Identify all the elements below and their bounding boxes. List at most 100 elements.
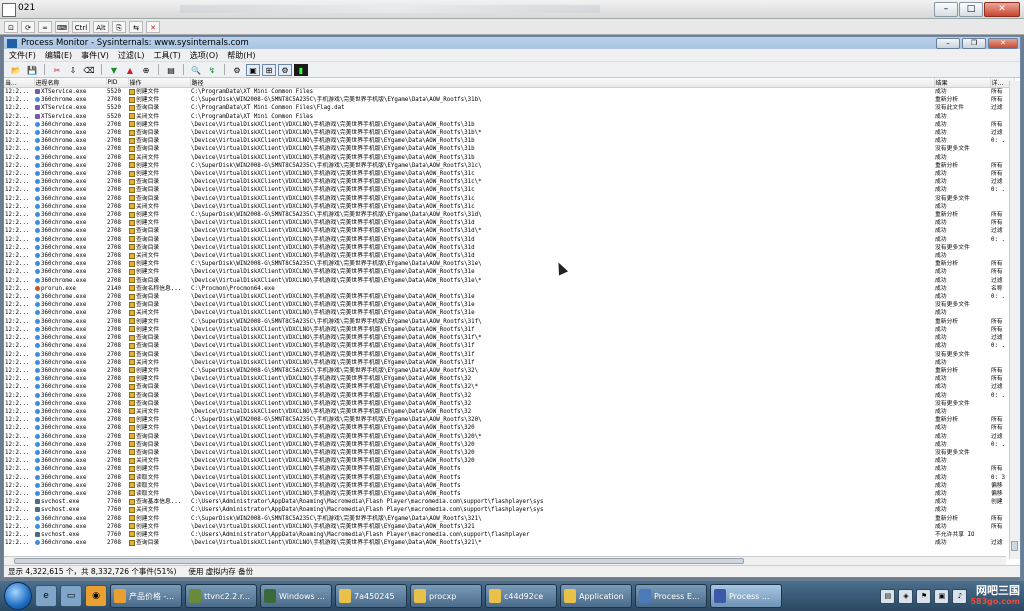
highlight-icon[interactable]: ▲	[123, 64, 137, 76]
table-row[interactable]: 12:2... 360chrome.exe 2708 创建文件 C:\SuperDisk…	[4, 416, 1014, 424]
tray-icon[interactable]: ♪	[952, 588, 968, 604]
pm-minimize-button[interactable]: –	[936, 38, 960, 49]
taskbar-button[interactable]: Application	[560, 584, 632, 608]
table-row[interactable]: 12:2... 360chrome.exe 2708 查询目录 \Device\Virt…	[4, 244, 1014, 252]
registry-activity-icon[interactable]: ⚙	[230, 64, 244, 76]
taskbar-button[interactable]: 7a450245	[335, 584, 407, 608]
pm-restore-button[interactable]: ❐	[962, 38, 986, 49]
table-row[interactable]: 12:2... 360chrome.exe 2708 创建文件 \Device\Virt…	[4, 465, 1014, 473]
tray-icon[interactable]: ⚑	[916, 588, 932, 604]
table-row[interactable]: 12:2... svchost.exe 7760 查询基本信息... C:\Users\…	[4, 498, 1014, 506]
menu-item[interactable]: 帮助(H)	[227, 50, 255, 61]
table-row[interactable]: 12:2... 360chrome.exe 2708 关闭文件 \Device\Virt…	[4, 457, 1014, 465]
disconnect-icon[interactable]: ✕	[146, 20, 160, 33]
table-row[interactable]: 12:2... 360chrome.exe 2708 查询目录 \Device\Virt…	[4, 186, 1014, 194]
taskbar-button[interactable]: ttvnc2.2.r...	[185, 584, 257, 608]
transfer-icon[interactable]: ⇆	[129, 20, 143, 33]
table-row[interactable]: 12:2... 360chrome.exe 2708 关闭文件 \Device\Virt…	[4, 203, 1014, 211]
table-row[interactable]: 12:2... 360chrome.exe 2708 查询目录 \Device\Virt…	[4, 441, 1014, 449]
table-row[interactable]: 12:2... 360chrome.exe 2708 创建文件 \Device\Virt…	[4, 326, 1014, 334]
taskbar-button[interactable]: c44d92ce	[485, 584, 557, 608]
table-row[interactable]: 12:2... 360chrome.exe 2708 创建文件 \Device\Virt…	[4, 121, 1014, 129]
clipboard-icon[interactable]: ⎘	[112, 20, 126, 33]
desktop-quicklaunch-icon[interactable]: ▭	[60, 585, 82, 607]
table-row[interactable]: 12:2... 360chrome.exe 2708 关闭文件 \Device\Virt…	[4, 154, 1014, 162]
table-row[interactable]: 12:2... 360chrome.exe 2708 查询目录 \Device\Virt…	[4, 277, 1014, 285]
save-icon[interactable]: 💾	[25, 64, 39, 76]
table-row[interactable]: 12:2... 360chrome.exe 2708 查询目录 \Device\Virt…	[4, 334, 1014, 342]
table-row[interactable]: 12:2... 360chrome.exe 2708 创建文件 \Device\Virt…	[4, 523, 1014, 531]
maximize-button[interactable]: □	[959, 2, 983, 17]
capture-icon[interactable]: ✂	[50, 64, 64, 76]
refresh-icon[interactable]: ⟳	[21, 20, 35, 33]
close-button[interactable]: ✕	[984, 2, 1020, 17]
table-row[interactable]: 12:2... 360chrome.exe 2708 创建文件 \Device\Virt…	[4, 268, 1014, 276]
table-row[interactable]: 12:2... XTService.exe 5520 查询目录 C:\ProgramDa…	[4, 104, 1014, 112]
process-tree-icon[interactable]: ▤	[164, 64, 178, 76]
table-row[interactable]: 12:2... 360chrome.exe 2708 关闭文件 \Device\Virt…	[4, 359, 1014, 367]
table-row[interactable]: 12:2... XTService.exe 5520 关闭文件 C:\ProgramDa…	[4, 113, 1014, 121]
horizontal-scroll-thumb[interactable]	[14, 558, 744, 564]
vertical-scrollbar[interactable]	[1009, 81, 1020, 559]
minimize-button[interactable]: –	[934, 2, 958, 17]
table-row[interactable]: 12:2... 360chrome.exe 2708 读取文件 \Device\Virt…	[4, 490, 1014, 498]
table-row[interactable]: 12:2... 360chrome.exe 2708 查询目录 \Device\Virt…	[4, 400, 1014, 408]
menu-item[interactable]: 文件(F)	[9, 50, 36, 61]
table-row[interactable]: 12:2... 360chrome.exe 2708 查询目录 \Device\Virt…	[4, 195, 1014, 203]
autoscroll-icon[interactable]: ⇩	[66, 64, 80, 76]
table-row[interactable]: 12:2... 360chrome.exe 2708 查询目录 \Device\Virt…	[4, 227, 1014, 235]
table-row[interactable]: 12:2... 360chrome.exe 2708 关闭文件 \Device\Virt…	[4, 309, 1014, 317]
table-row[interactable]: 12:2... 360chrome.exe 2708 创建文件 C:\SuperDisk…	[4, 515, 1014, 523]
column-header[interactable]: PID	[106, 78, 129, 88]
table-row[interactable]: 12:2... 360chrome.exe 2708 查询目录 \Device\Virt…	[4, 342, 1014, 350]
table-row[interactable]: 12:2... 360chrome.exe 2708 查询目录 \Device\Virt…	[4, 351, 1014, 359]
menu-item[interactable]: 选项(O)	[190, 50, 219, 61]
table-row[interactable]: 12:2... 360chrome.exe 2708 查询目录 \Device\Virt…	[4, 301, 1014, 309]
taskbar-button[interactable]: Process E...	[635, 584, 707, 608]
table-row[interactable]: 12:2... XTService.exe 5520 创建文件 C:\ProgramDa…	[4, 88, 1014, 97]
link-icon[interactable]: ∞	[38, 20, 52, 33]
clear-icon[interactable]: ⌫	[82, 64, 96, 76]
start-button[interactable]	[4, 582, 32, 610]
tray-icon[interactable]: ◈	[898, 588, 914, 604]
table-row[interactable]: 12:2... 360chrome.exe 2708 查询目录 \Device\Virt…	[4, 145, 1014, 153]
table-row[interactable]: 12:2... 360chrome.exe 2708 创建文件 \Device\Virt…	[4, 219, 1014, 227]
ctrl-alt-del-icon[interactable]: ⌨	[55, 20, 69, 33]
table-row[interactable]: 12:2... prorun.exe 2140 查询名称信息... C:\Procmon…	[4, 285, 1014, 293]
table-row[interactable]: 12:2... 360chrome.exe 2708 创建文件 C:\SuperDisk…	[4, 162, 1014, 170]
network-activity-icon[interactable]: ⊞	[262, 63, 276, 76]
column-header[interactable]: 进程名称	[34, 78, 107, 88]
table-row[interactable]: 12:2... 360chrome.exe 2708 查询目录 \Device\Virt…	[4, 383, 1014, 391]
table-row[interactable]: 12:2... 360chrome.exe 2708 查询目录 \Device\Virt…	[4, 236, 1014, 244]
column-header[interactable]: 操作	[128, 78, 191, 88]
table-row[interactable]: 12:2... 360chrome.exe 2708 创建文件 \Device\Virt…	[4, 375, 1014, 383]
table-row[interactable]: 12:2... 360chrome.exe 2708 查询目录 \Device\Virt…	[4, 449, 1014, 457]
pm-close-button[interactable]: ✕	[988, 38, 1018, 49]
process-activity-icon[interactable]: ⚙	[278, 63, 292, 76]
column-header[interactable]: 路径	[190, 78, 935, 88]
table-row[interactable]: 12:2... 360chrome.exe 2708 读取文件 \Device\Virt…	[4, 482, 1014, 490]
table-row[interactable]: 12:2... svchost.exe 7760 关闭文件 C:\Users\Admin…	[4, 506, 1014, 514]
fullscreen-icon[interactable]: ⊡	[4, 20, 18, 33]
taskbar-button[interactable]: procxp	[410, 584, 482, 608]
column-header[interactable]: 结果	[934, 78, 991, 88]
table-row[interactable]: 12:2... 360chrome.exe 2708 查询目录 \Device\Virt…	[4, 137, 1014, 145]
browser-quicklaunch-icon[interactable]: ◉	[85, 585, 107, 607]
include-process-icon[interactable]: ⊕	[139, 64, 153, 76]
tray-icon[interactable]: ▣	[934, 588, 950, 604]
find-icon[interactable]: 🔍	[189, 64, 203, 76]
jump-icon[interactable]: ↯	[205, 64, 219, 76]
table-row[interactable]: 12:2... 360chrome.exe 2708 查询目录 \Device\Virt…	[4, 392, 1014, 400]
table-row[interactable]: 12:2... 360chrome.exe 2708 查询目录 \Device\Virt…	[4, 129, 1014, 137]
file-activity-icon[interactable]: ▣	[246, 63, 260, 76]
taskbar-button[interactable]: Windows ...	[260, 584, 332, 608]
horizontal-scrollbar[interactable]	[4, 556, 1006, 565]
menu-item[interactable]: 过滤(L)	[118, 50, 145, 61]
ctrl-key-button[interactable]: Ctrl	[72, 20, 90, 33]
table-row[interactable]: 12:2... 360chrome.exe 2708 创建文件 C:\SuperDisk…	[4, 211, 1014, 219]
filter-icon[interactable]: ▼	[107, 64, 121, 76]
alt-key-button[interactable]: Alt	[93, 20, 109, 33]
menu-item[interactable]: 编辑(E)	[45, 50, 72, 61]
column-header[interactable]: 当...	[4, 78, 35, 88]
table-row[interactable]: 12:2... 360chrome.exe 2708 创建文件 \Device\Virt…	[4, 170, 1014, 178]
